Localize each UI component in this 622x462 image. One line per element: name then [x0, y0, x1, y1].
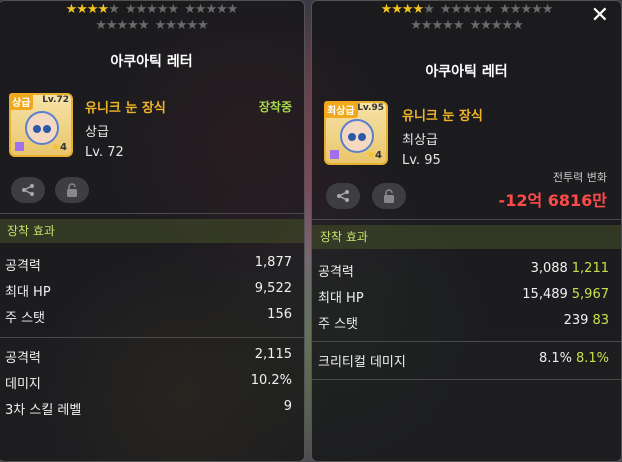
- close-button[interactable]: ✕: [591, 5, 609, 27]
- stat-label: 크리티컬 데미지: [318, 355, 406, 370]
- power-change-label: 전투력 변화: [552, 171, 607, 184]
- lock-icon: [67, 183, 77, 197]
- stat-row: 주 스탯 239 83: [312, 311, 621, 333]
- stat-bonus-value: 83: [592, 313, 609, 328]
- divider: [0, 337, 304, 338]
- stat-label: 주 스탯: [318, 317, 359, 332]
- stat-bonus-value: 8.1%: [575, 351, 609, 366]
- stat-value: 9: [283, 399, 292, 414]
- potential-title: 유니크 눈 장식: [402, 109, 483, 124]
- star-group: ★★★★★: [124, 2, 179, 17]
- divider: [312, 341, 621, 342]
- star-group: ★★★★★: [184, 2, 238, 17]
- divider: [312, 379, 621, 380]
- icon-star: ★4: [51, 142, 67, 153]
- stat-row: 공격력 2,115: [0, 345, 304, 367]
- item-grade: 최상급: [402, 133, 438, 148]
- stat-row: 3차 스킬 레벨 9: [0, 397, 304, 419]
- stat-bonus-value: 5,967: [571, 287, 609, 302]
- stat-value: 9,522: [254, 281, 292, 296]
- star-force-row-2: ★★★★★ ★★★★★: [0, 19, 304, 33]
- potential-title: 유니크 눈 장식: [85, 101, 166, 116]
- share-button[interactable]: [11, 177, 45, 203]
- potential-square-icon: [15, 142, 24, 151]
- stat-row: 주 스탯 156: [0, 305, 304, 327]
- stat-value: 8.1% 8.1%: [539, 351, 609, 366]
- lock-button[interactable]: [55, 177, 89, 203]
- star-group: ★★★★★: [154, 18, 209, 33]
- lock-icon: [384, 189, 394, 203]
- letter-face-icon: [340, 119, 374, 153]
- stat-label: 공격력: [318, 265, 354, 280]
- stat-row: 최대 HP 9,522: [0, 279, 304, 301]
- grade-tag: 상급: [9, 93, 34, 110]
- item-name: 아쿠아틱 레터: [110, 54, 193, 70]
- stat-value: 2,115: [254, 347, 292, 362]
- stat-value: 156: [267, 307, 292, 322]
- icon-level: Lv.72: [42, 95, 69, 105]
- item-level: Lv. 95: [402, 153, 441, 168]
- letter-face-icon: [25, 111, 59, 145]
- item-icon[interactable]: 상급 Lv.72 ★4: [9, 93, 73, 157]
- stat-value: 3,088 1,211: [531, 261, 609, 276]
- stat-label: 주 스탯: [5, 311, 46, 326]
- star-group: ★★★★★: [410, 18, 464, 33]
- stat-label: 데미지: [5, 377, 41, 392]
- stat-row: 크리티컬 데미지 8.1% 8.1%: [312, 349, 621, 371]
- equip-effect-header: 장착 효과: [312, 225, 621, 249]
- stat-label: 공격력: [5, 351, 41, 366]
- stat-label: 공격력: [5, 259, 41, 274]
- stat-label: 최대 HP: [318, 291, 364, 306]
- stat-bonus-value: 1,211: [571, 261, 609, 276]
- share-icon: [22, 184, 34, 196]
- power-change-value: -12억 6816만: [498, 191, 607, 210]
- star-group: ★★★★★: [469, 18, 524, 33]
- stat-row: 공격력 1,877: [0, 253, 304, 275]
- item-grade: 상급: [85, 125, 109, 140]
- star-force-row-2: ★★★★★ ★★★★★: [312, 19, 621, 33]
- stat-label: 최대 HP: [5, 285, 51, 300]
- potential-square-icon: [330, 150, 339, 159]
- share-button[interactable]: [326, 183, 360, 209]
- equip-effect-header: 장착 효과: [0, 219, 304, 243]
- divider: [0, 213, 304, 214]
- lock-button[interactable]: [372, 183, 406, 209]
- grade-tag: 최상급: [324, 101, 358, 118]
- stat-label: 3차 스킬 레벨: [5, 403, 82, 418]
- equipped-item-tooltip: ★★★★★ ★★★★★ ★★★★★ ★★★★★ ★★★★★ 아쿠아틱 레터 상급…: [0, 0, 305, 462]
- stat-row: 데미지 10.2%: [0, 371, 304, 393]
- stat-row: 최대 HP 15,489 5,967: [312, 285, 621, 307]
- stat-row: 공격력 3,088 1,211: [312, 259, 621, 281]
- star-group: ★★★★★: [499, 2, 553, 17]
- star-force-row-1: ★★★★★ ★★★★★ ★★★★★: [0, 3, 304, 17]
- stat-base-value: 15,489: [522, 287, 568, 302]
- stat-base-value: 8.1%: [538, 351, 572, 366]
- item-icon[interactable]: 최상급 Lv.95 ★4: [324, 101, 388, 165]
- icon-star: ★4: [366, 150, 382, 161]
- share-icon: [337, 190, 349, 202]
- item-level: Lv. 72: [85, 145, 124, 160]
- star-force-row-1: ★★★★★ ★★★★★ ★★★★★: [312, 3, 621, 17]
- stat-base-value: 239: [563, 313, 589, 328]
- star-group: ★★★★★: [95, 18, 149, 33]
- stat-value: 10.2%: [250, 373, 292, 388]
- star-group: ★★★★★: [439, 2, 494, 17]
- icon-level: Lv.95: [357, 103, 384, 113]
- star-group: ★★★★★: [65, 2, 120, 17]
- equipped-badge: 장착중: [258, 100, 292, 114]
- stat-base-value: 3,088: [530, 261, 568, 276]
- stat-value: 1,877: [254, 255, 292, 270]
- star-group: ★★★★★: [380, 2, 435, 17]
- stat-value: 15,489 5,967: [522, 287, 609, 302]
- compare-item-tooltip: ★★★★★ ★★★★★ ★★★★★ ★★★★★ ★★★★★ ✕ 아쿠아틱 레터 …: [311, 0, 622, 462]
- stat-value: 239 83: [564, 313, 609, 328]
- divider: [312, 219, 621, 220]
- item-name: 아쿠아틱 레터: [425, 64, 508, 80]
- close-icon: ✕: [590, 3, 609, 28]
